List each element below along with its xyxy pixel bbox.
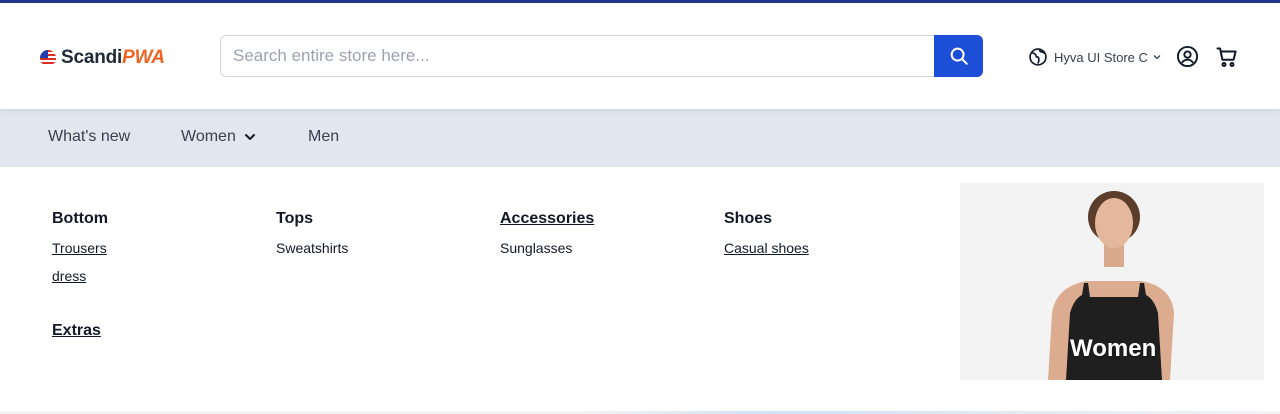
menu-link-extras[interactable]: Extras — [52, 322, 101, 340]
menu-column-title: Bottom — [52, 210, 108, 227]
menu-column-title: Shoes — [724, 210, 773, 227]
nav-item-label: What's new — [48, 128, 131, 145]
nav-item-label: Men — [308, 128, 340, 145]
menu-column-shoes: Shoes Casual shoes — [724, 210, 809, 256]
nav-item-men[interactable]: Men — [308, 128, 339, 146]
nav-item-women[interactable]: Women — [181, 128, 256, 146]
flag-icon — [40, 50, 56, 66]
brand-name-part1: Scandi — [61, 47, 123, 68]
search-bar — [220, 35, 983, 77]
promo-label: Women — [1070, 335, 1157, 362]
mega-menu-women: Bottom Trousers dress Tops Sweatshirts A… — [0, 167, 1280, 411]
menu-link-sunglasses[interactable]: Sunglasses — [500, 240, 594, 256]
menu-column-accessories: Accessories Sunglasses — [500, 210, 594, 256]
nav-item-label: Women — [181, 128, 236, 145]
cart-icon[interactable] — [1215, 45, 1239, 74]
store-switcher-label: Hyva UI Store C — [1054, 49, 1148, 65]
search-button[interactable] — [934, 35, 983, 77]
menu-column-title-link[interactable]: Accessories — [500, 210, 594, 228]
chevron-down-icon — [244, 134, 255, 140]
brand-name-part2: PWA — [122, 47, 165, 68]
logo[interactable]: Scandi PWA — [39, 47, 165, 69]
menu-link-sweatshirts[interactable]: Sweatshirts — [276, 240, 348, 256]
main-nav: What's new Women Men — [0, 109, 1280, 167]
menu-column-title: Tops — [276, 210, 314, 227]
menu-link-trousers[interactable]: Trousers — [52, 240, 108, 256]
account-icon[interactable] — [1176, 45, 1199, 73]
globe-icon — [1029, 48, 1047, 66]
promo-banner-women[interactable]: Women — [960, 183, 1264, 380]
menu-link-casual-shoes[interactable]: Casual shoes — [724, 240, 809, 256]
menu-link-dress[interactable]: dress — [52, 268, 108, 284]
search-input[interactable] — [221, 36, 935, 76]
search-icon — [950, 47, 968, 65]
store-switcher[interactable]: Hyva UI Store C — [1028, 47, 1162, 67]
site-header: ScandiPWA Hyva UI Store C — [0, 3, 1280, 109]
chevron-down-icon — [1153, 55, 1161, 60]
nav-item-whats-new[interactable]: What's new — [48, 128, 130, 146]
menu-column-tops: Tops Sweatshirts — [276, 210, 348, 256]
menu-column-bottom: Bottom Trousers dress — [52, 210, 108, 284]
